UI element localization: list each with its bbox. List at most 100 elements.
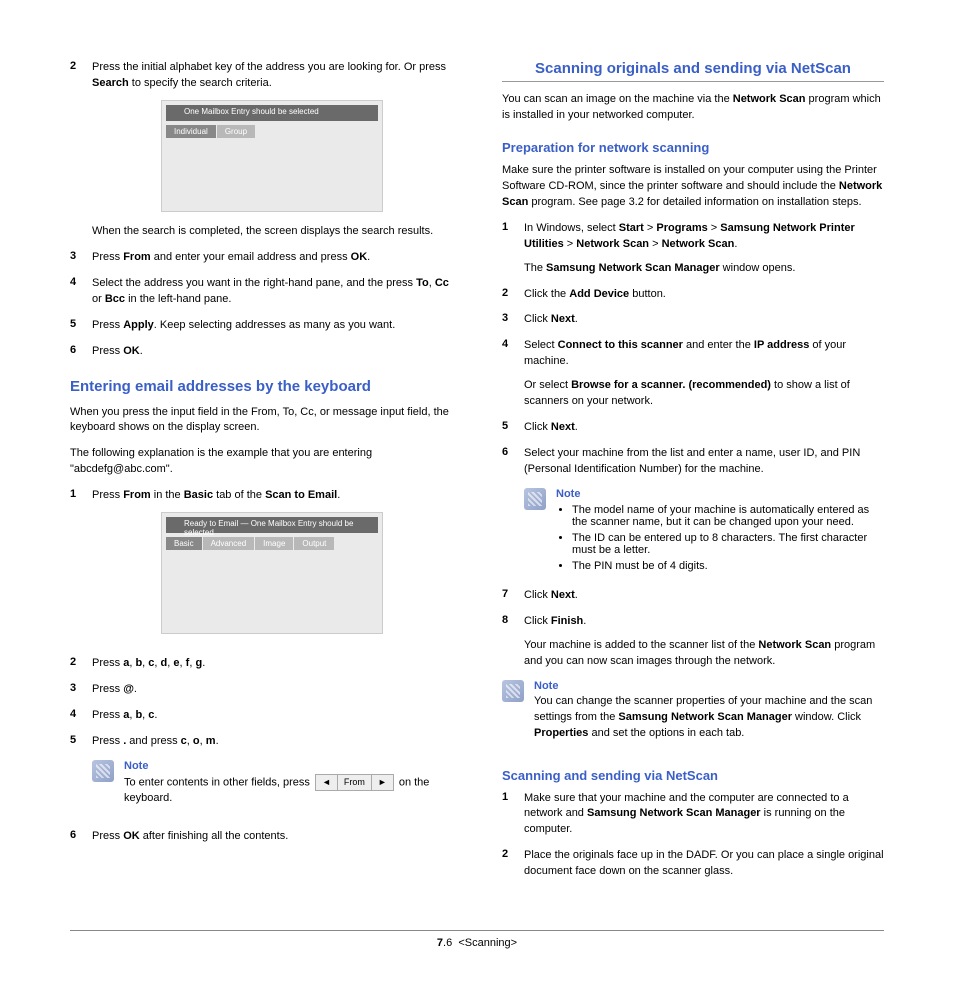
step-text: Press OK. [92, 344, 452, 360]
step-text: Select the address you want in the right… [92, 276, 452, 308]
step-text: Your machine is added to the scanner lis… [524, 638, 884, 670]
step-text: Press Apply. Keep selecting addresses as… [92, 318, 452, 334]
note-item: The PIN must be of 4 digits. [572, 560, 884, 572]
step-text: Press @. [92, 682, 452, 698]
step-text: Press OK after finishing all the content… [92, 829, 452, 845]
pstep-4: 4 Select Connect to this scanner and ent… [502, 338, 884, 410]
left-column: 2 Press the initial alphabet key of the … [70, 60, 452, 890]
step-text: Press From and enter your email address … [92, 250, 452, 266]
note-block: Note To enter contents in other fields, … [92, 760, 452, 817]
heading-preparation: Preparation for network scanning [502, 140, 884, 155]
note-block: Note You can change the scanner properti… [502, 680, 884, 752]
step-number: 4 [502, 338, 524, 410]
step-text: When the search is completed, the screen… [92, 224, 452, 240]
right-column: Scanning originals and sending via NetSc… [502, 60, 884, 890]
pstep-2: 2 Click the Add Device button. [502, 287, 884, 303]
note-icon [502, 680, 524, 702]
step-number: 5 [70, 318, 92, 334]
prep-steps-cont: 7 Click Next. 8 Click Finish. Your machi… [502, 588, 884, 670]
step-number: 6 [70, 829, 92, 845]
page-footer: 7.6 <Scanning> [70, 930, 884, 949]
step-number: 1 [70, 488, 92, 646]
step-text: Click Next. [524, 312, 884, 328]
step-number: 7 [502, 588, 524, 604]
sstep-2: 2 Place the originals face up in the DAD… [502, 848, 884, 880]
step-text: The Samsung Network Scan Manager window … [524, 261, 884, 277]
note-item: The model name of your machine is automa… [572, 504, 884, 528]
from-field-widget: ◄From► [315, 774, 394, 791]
step-number: 4 [70, 708, 92, 724]
heading-entering-email: Entering email addresses by the keyboard [70, 378, 452, 395]
step-text: Select your machine from the list and en… [524, 446, 884, 478]
note-text: To enter contents in other fields, press… [124, 774, 452, 807]
step-number: 3 [70, 250, 92, 266]
paragraph: When you press the input field in the Fr… [70, 405, 452, 437]
step-text: Click the Add Device button. [524, 287, 884, 303]
paragraph: The following explanation is the example… [70, 446, 452, 478]
note-list: The model name of your machine is automa… [556, 504, 884, 572]
step-text: Click Finish. [524, 614, 884, 630]
pstep-8: 8 Click Finish. Your machine is added to… [502, 614, 884, 670]
step-text: In Windows, select Start > Programs > Sa… [524, 221, 884, 253]
ready-to-email-screenshot: Ready to Email — One Mailbox Entry shoul… [161, 512, 383, 634]
step-number: 2 [70, 60, 92, 240]
step-number: 1 [502, 791, 524, 839]
pstep-3: 3 Click Next. [502, 312, 884, 328]
footer-label: <Scanning> [458, 937, 517, 949]
paragraph: You can scan an image on the machine via… [502, 92, 884, 124]
mailbox-entry-screenshot: One Mailbox Entry should be selected Ind… [161, 100, 383, 212]
pstep-7: 7 Click Next. [502, 588, 884, 604]
step-text: Press From in the Basic tab of the Scan … [92, 488, 452, 504]
step-text: Place the originals face up in the DADF.… [524, 848, 884, 880]
send-steps: 1 Make sure that your machine and the co… [502, 791, 884, 881]
step-number: 6 [70, 344, 92, 360]
heading-scanning-sending: Scanning and sending via NetScan [502, 768, 884, 783]
section-title-netscan: Scanning originals and sending via NetSc… [502, 60, 884, 82]
step-number: 4 [70, 276, 92, 308]
step-number: 8 [502, 614, 524, 670]
step-number: 2 [502, 287, 524, 303]
step-number: 6 [502, 446, 524, 478]
step-5: 5 Press Apply. Keep selecting addresses … [70, 318, 452, 334]
step-3: 3 Press From and enter your email addres… [70, 250, 452, 266]
kstep-5: 5 Press . and press c, o, m. [70, 734, 452, 750]
note-block: Note The model name of your machine is a… [524, 488, 884, 576]
step-number: 5 [502, 420, 524, 436]
step-number: 1 [502, 221, 524, 277]
step-text: Click Next. [524, 588, 884, 604]
step-4: 4 Select the address you want in the rig… [70, 276, 452, 308]
step-text: Or select Browse for a scanner. (recomme… [524, 378, 884, 410]
arrow-right-icon: ► [372, 775, 393, 790]
step-2: 2 Press the initial alphabet key of the … [70, 60, 452, 240]
paragraph: Make sure the printer software is instal… [502, 163, 884, 211]
step-number: 2 [502, 848, 524, 880]
step-text: Make sure that your machine and the comp… [524, 791, 884, 839]
note-text: You can change the scanner properties of… [534, 694, 884, 742]
kstep-3: 3 Press @. [70, 682, 452, 698]
keyboard-steps-cont: 6 Press OK after finishing all the conte… [70, 829, 452, 845]
pstep-6: 6 Select your machine from the list and … [502, 446, 884, 478]
step-text: Press a, b, c, d, e, f, g. [92, 656, 452, 672]
note-icon [524, 488, 546, 510]
note-title: Note [124, 760, 452, 772]
step-text: Click Next. [524, 420, 884, 436]
arrow-left-icon: ◄ [316, 775, 338, 790]
note-icon [92, 760, 114, 782]
step-6: 6 Press OK. [70, 344, 452, 360]
two-column-layout: 2 Press the initial alphabet key of the … [70, 60, 884, 890]
kstep-2: 2 Press a, b, c, d, e, f, g. [70, 656, 452, 672]
step-text: Press a, b, c. [92, 708, 452, 724]
page-number-page: .6 [443, 937, 452, 949]
step-text: Select Connect to this scanner and enter… [524, 338, 884, 370]
step-number: 5 [70, 734, 92, 750]
kstep-6: 6 Press OK after finishing all the conte… [70, 829, 452, 845]
address-steps: 2 Press the initial alphabet key of the … [70, 60, 452, 360]
step-number: 3 [70, 682, 92, 698]
prep-steps: 1 In Windows, select Start > Programs > … [502, 221, 884, 478]
sstep-1: 1 Make sure that your machine and the co… [502, 791, 884, 839]
kstep-1: 1 Press From in the Basic tab of the Sca… [70, 488, 452, 646]
pstep-5: 5 Click Next. [502, 420, 884, 436]
note-title: Note [534, 680, 884, 692]
pstep-1: 1 In Windows, select Start > Programs > … [502, 221, 884, 277]
step-text: Press the initial alphabet key of the ad… [92, 60, 452, 92]
